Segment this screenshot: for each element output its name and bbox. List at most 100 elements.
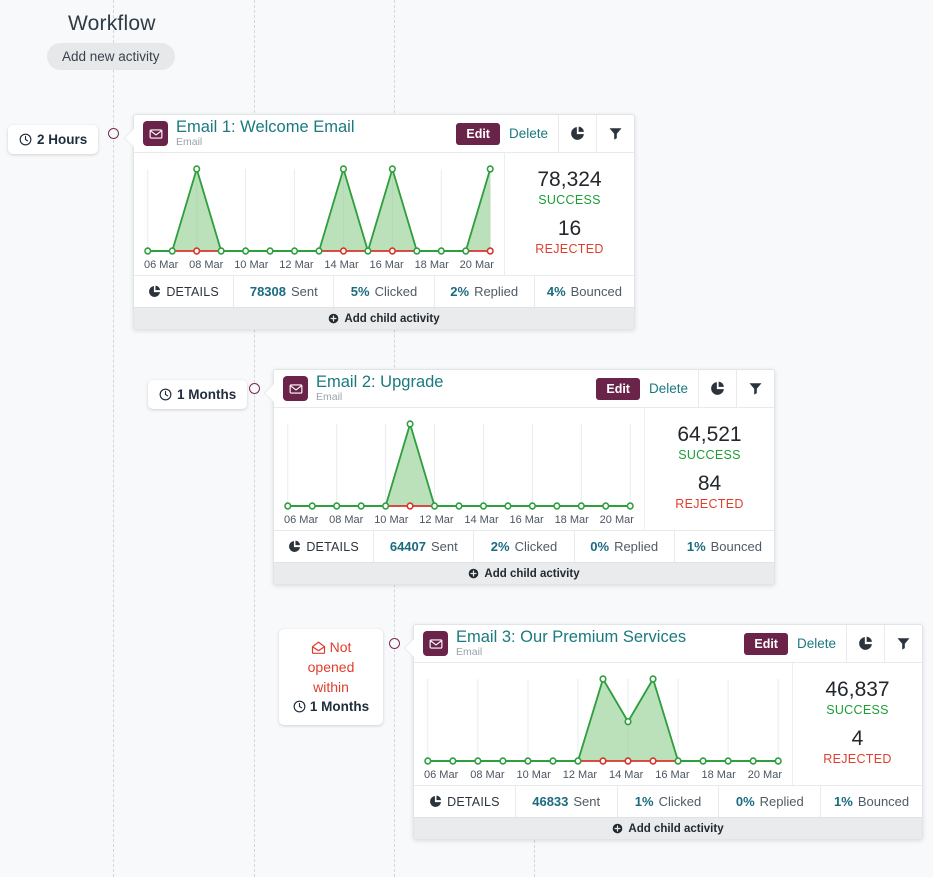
card-header: Email 1: Welcome EmailEmailEditDelete: [134, 115, 634, 153]
add-child-label: Add child activity: [628, 823, 723, 835]
metric-replied[interactable]: 0%Replied: [719, 786, 821, 817]
connector-node-1[interactable]: [108, 128, 119, 139]
chart-container: 06 Mar08 Mar10 Mar12 Mar14 Mar16 Mar18 M…: [274, 408, 644, 530]
metric-replied[interactable]: 2%Replied: [435, 276, 535, 307]
metric-label: Bounced: [571, 284, 622, 299]
filter-icon: [896, 636, 911, 651]
x-axis-tick: 14 Mar: [324, 259, 358, 271]
success-label: SUCCESS: [677, 448, 741, 462]
activity-chart: [282, 416, 636, 514]
metric-sent[interactable]: 64407Sent: [374, 531, 474, 562]
filter-button[interactable]: [596, 115, 634, 152]
delay-chip-1[interactable]: 2 Hours: [8, 125, 98, 154]
success-label: SUCCESS: [537, 193, 601, 207]
add-child-activity-button[interactable]: Add child activity: [414, 817, 922, 839]
clock-icon: [159, 388, 172, 401]
card-title[interactable]: Email 3: Our Premium Services: [456, 629, 686, 646]
metric-clicked[interactable]: 2%Clicked: [474, 531, 574, 562]
card-body: 06 Mar08 Mar10 Mar12 Mar14 Mar16 Mar18 M…: [414, 663, 922, 785]
add-child-activity-button[interactable]: Add child activity: [274, 562, 774, 584]
edit-button[interactable]: Edit: [596, 378, 640, 400]
card-header-actions: Edit Delete: [452, 115, 558, 152]
metric-bounced[interactable]: 4%Bounced: [535, 276, 634, 307]
metric-bounced[interactable]: 1%Bounced: [675, 531, 774, 562]
metric-replied[interactable]: 0%Replied: [575, 531, 675, 562]
activity-card-1: Email 1: Welcome EmailEmailEditDelete06 …: [133, 114, 635, 330]
x-axis-tick: 20 Mar: [460, 259, 494, 271]
card-body: 06 Mar08 Mar10 Mar12 Mar14 Mar16 Mar18 M…: [134, 153, 634, 275]
metric-label: Replied: [760, 794, 804, 809]
metric-sent[interactable]: 78308 Sent: [234, 276, 334, 307]
x-axis-tick: 06 Mar: [284, 514, 318, 526]
x-axis-tick: 10 Mar: [234, 259, 268, 271]
envelope-icon: [429, 637, 443, 651]
metric-value: 1%: [635, 794, 654, 809]
condition-chip-3[interactable]: Notopenedwithin1 Months: [279, 629, 383, 725]
add-child-activity-button[interactable]: Add child activity: [134, 307, 634, 329]
stats-button[interactable]: [558, 115, 596, 152]
connector-node-2[interactable]: [249, 383, 260, 394]
condition-text-3: within: [313, 678, 349, 697]
edit-button[interactable]: Edit: [456, 123, 500, 145]
condition-line-1: Not: [311, 638, 352, 657]
card-subtitle: Email: [316, 392, 443, 403]
metric-label: Bounced: [858, 794, 909, 809]
workflow-canvas: Workflow Add new activity Email 1: Welco…: [0, 0, 933, 877]
filter-button[interactable]: [884, 625, 922, 662]
plus-circle-icon: [468, 568, 479, 579]
metric-label: Replied: [474, 284, 518, 299]
delay-label: 2 Hours: [37, 132, 87, 147]
page-title: Workflow: [68, 12, 156, 36]
metric-clicked[interactable]: 1%Clicked: [618, 786, 720, 817]
plus-circle-icon: [612, 823, 623, 834]
metric-label: Clicked: [515, 539, 558, 554]
metric-value: 78308: [250, 284, 286, 299]
card-metrics: DETAILS64407Sent2%Clicked0%Replied1%Boun…: [274, 530, 774, 562]
email-type-badge: [423, 631, 448, 656]
pie-chart-icon: [148, 285, 161, 298]
x-axis-tick: 18 Mar: [702, 769, 736, 781]
pie-chart-icon: [710, 381, 725, 396]
x-axis-tick: 16 Mar: [369, 259, 403, 271]
x-axis-tick: 12 Mar: [279, 259, 313, 271]
x-axis-tick: 10 Mar: [374, 514, 408, 526]
metric-bounced[interactable]: 1% Bounced: [821, 786, 922, 817]
rejected-label: REJECTED: [675, 497, 743, 511]
filter-button[interactable]: [736, 370, 774, 407]
x-axis-tick: 18 Mar: [415, 259, 449, 271]
chart-container: 06 Mar08 Mar10 Mar12 Mar14 Mar16 Mar18 M…: [414, 663, 792, 785]
card-title[interactable]: Email 2: Upgrade: [316, 374, 443, 391]
card-title[interactable]: Email 1: Welcome Email: [176, 119, 355, 136]
delete-button[interactable]: Delete: [509, 126, 548, 141]
add-new-activity-button[interactable]: Add new activity: [47, 43, 175, 70]
metric-clicked[interactable]: 5%Clicked: [334, 276, 434, 307]
clock-icon: [293, 700, 306, 713]
delay-chip-2[interactable]: 1 Months: [148, 380, 247, 409]
pie-chart-icon: [858, 636, 873, 651]
delete-button[interactable]: Delete: [649, 381, 688, 396]
stats-button[interactable]: [846, 625, 884, 662]
delete-button[interactable]: Delete: [797, 636, 836, 651]
details-button[interactable]: DETAILS: [274, 531, 374, 562]
edit-button[interactable]: Edit: [744, 633, 788, 655]
x-axis-tick: 08 Mar: [189, 259, 223, 271]
details-button[interactable]: DETAILS: [134, 276, 234, 307]
x-axis-tick: 12 Mar: [563, 769, 597, 781]
rejected-label: REJECTED: [535, 242, 603, 256]
success-value: 64,521: [677, 423, 741, 446]
connector-node-3[interactable]: [389, 638, 400, 649]
details-button[interactable]: DETAILS: [414, 786, 516, 817]
filter-icon: [748, 381, 763, 396]
stats-button[interactable]: [698, 370, 736, 407]
x-axis-tick: 20 Mar: [600, 514, 634, 526]
card-header-actions: Edit Delete: [592, 370, 698, 407]
activity-chart: [142, 161, 496, 259]
card-metrics: DETAILS 78308 Sent 5%Clicked2%Replied4%Boun…: [134, 275, 634, 307]
metric-label: Sent: [291, 284, 318, 299]
metric-value: 1%: [834, 794, 853, 809]
success-value: 78,324: [537, 168, 601, 191]
x-axis-tick: 12 Mar: [419, 514, 453, 526]
metric-sent[interactable]: 46833Sent: [516, 786, 618, 817]
envelope-icon: [289, 382, 303, 396]
x-axis-tick: 08 Mar: [470, 769, 504, 781]
